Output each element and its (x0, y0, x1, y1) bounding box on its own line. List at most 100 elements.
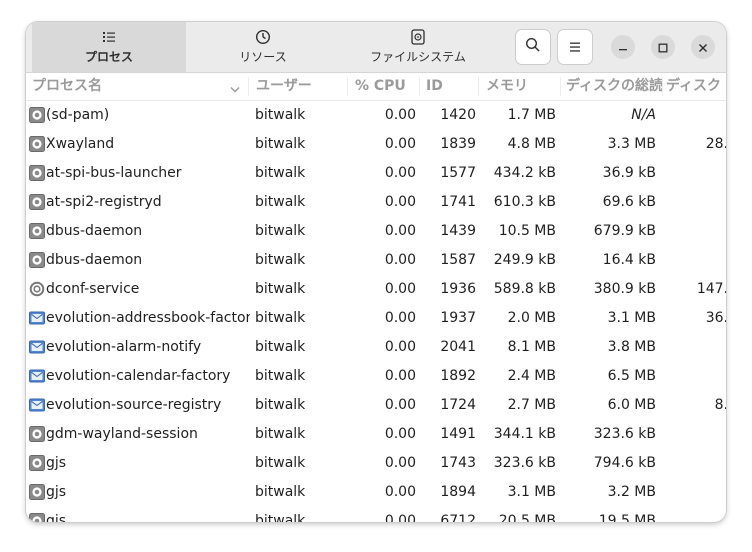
process-cpu: 0.00 (384, 194, 416, 210)
process-user: bitwalk (255, 252, 306, 268)
gear-icon (29, 136, 45, 152)
process-user: bitwalk (255, 194, 306, 210)
tab-processes-label: プロセス (84, 50, 133, 64)
process-user: bitwalk (255, 484, 306, 500)
process-name: dbus-daemon (46, 252, 143, 268)
process-name: evolution-calendar-factory (46, 368, 231, 384)
process-disk-total: 3.1 MB (607, 310, 656, 326)
process-user: bitwalk (255, 426, 306, 442)
table-row[interactable]: evolution-source-registry bitwalk 0.00 1724… (26, 391, 726, 420)
minimize-button[interactable] (611, 35, 635, 59)
table-row[interactable]: gjs bitwalk 0.00 6712 20.5 MB 19.5 MB (26, 507, 726, 522)
table-row[interactable]: dbus-daemon bitwalk 0.00 1587 249.9 kB 16.4 k… (26, 246, 726, 275)
process-memory: 2.4 MB (507, 368, 556, 384)
process-cpu: 0.00 (384, 107, 416, 123)
process-user: bitwalk (255, 455, 306, 471)
disk-icon (410, 29, 426, 45)
process-name: evolution-source-registry (46, 397, 222, 413)
menu-button[interactable] (558, 30, 592, 64)
table-row[interactable]: evolution-calendar-factory bitwalk 0.00 189… (26, 362, 726, 391)
process-disk-read (666, 159, 726, 188)
process-cpu: 0.00 (384, 223, 416, 239)
tab-resources[interactable]: リソース (188, 22, 338, 72)
column-separator (560, 77, 561, 96)
process-id: 1894 (440, 484, 476, 500)
process-disk-total: 16.4 kB (602, 252, 656, 268)
table-row[interactable]: gjs bitwalk 0.00 1743 323.6 kB 794.6 kB (26, 449, 726, 478)
column-header-name[interactable]: プロセス名 (32, 73, 222, 100)
column-separator (347, 77, 348, 96)
process-user: bitwalk (255, 281, 306, 297)
gear-icon (29, 455, 45, 471)
process-user: bitwalk (255, 223, 306, 239)
gauge-icon (255, 29, 271, 45)
process-cpu: 0.00 (384, 426, 416, 442)
gear-icon (29, 107, 45, 123)
process-user: bitwalk (255, 513, 306, 522)
process-disk-total: 6.0 MB (607, 397, 656, 413)
gear-icon (29, 252, 45, 268)
gear-icon (29, 223, 45, 239)
search-button[interactable] (516, 30, 550, 64)
mail-icon (29, 339, 45, 355)
table-row[interactable]: evolution-alarm-notify bitwalk 0.00 2041 8.1… (26, 333, 726, 362)
column-header-disk-total[interactable]: ディスクの総読 (566, 73, 662, 100)
table-row[interactable]: dconf-service bitwalk 0.00 1936 589.8 kB 380.… (26, 275, 726, 304)
process-memory: 4.8 MB (507, 136, 556, 152)
process-disk-read (666, 507, 726, 522)
process-memory: 8.1 MB (507, 339, 556, 355)
process-name: gdm-wayland-session (46, 426, 198, 442)
column-header-memory[interactable]: メモリ (486, 73, 561, 100)
table-row[interactable]: at-spi2-registryd bitwalk 0.00 1741 610.3 kB… (26, 188, 726, 217)
process-disk-read (666, 217, 726, 246)
process-disk-read: 8. (714, 397, 726, 413)
table-row[interactable]: gjs bitwalk 0.00 1894 3.1 MB 3.2 MB (26, 478, 726, 507)
process-cpu: 0.00 (384, 484, 416, 500)
close-button[interactable] (691, 35, 715, 59)
process-name: gjs (46, 455, 67, 471)
gear-icon (29, 484, 45, 500)
column-header-disk-read[interactable]: ディスク (666, 73, 726, 100)
table-row[interactable]: evolution-addressbook-factory bitwalk 0.00… (26, 304, 726, 333)
process-list[interactable]: (sd-pam) bitwalk 0.00 1420 1.7 MB N/A Xwayland… (26, 101, 726, 522)
process-name: dbus-daemon (46, 223, 143, 239)
process-cpu: 0.00 (384, 281, 416, 297)
process-disk-total: 679.9 kB (593, 223, 656, 239)
dconf-icon (29, 281, 45, 297)
process-disk-read: 28. (705, 136, 726, 152)
table-row[interactable]: at-spi-bus-launcher bitwalk 0.00 1577 434.2 … (26, 159, 726, 188)
tab-filesystems-label: ファイルシステム (370, 50, 466, 64)
maximize-button[interactable] (651, 35, 675, 59)
table-row[interactable]: (sd-pam) bitwalk 0.00 1420 1.7 MB N/A (26, 101, 726, 130)
process-disk-total: 6.5 MB (607, 368, 656, 384)
search-icon (525, 37, 541, 57)
list-icon (101, 29, 117, 45)
column-separator (478, 77, 479, 96)
tab-filesystems[interactable]: ファイルシステム (340, 22, 496, 72)
column-header-id[interactable]: ID (426, 73, 476, 100)
process-memory: 10.5 MB (498, 223, 556, 239)
process-user: bitwalk (255, 136, 306, 152)
process-name: evolution-addressbook-factory (46, 310, 250, 326)
process-name: evolution-alarm-notify (46, 339, 202, 355)
column-header-cpu[interactable]: % CPU (355, 73, 425, 100)
process-disk-read (666, 362, 726, 391)
column-header-user[interactable]: ユーザー (256, 73, 346, 100)
tab-processes[interactable]: プロセス (32, 22, 186, 72)
sort-chevron-icon[interactable] (230, 82, 240, 98)
process-cpu: 0.00 (384, 339, 416, 355)
gear-icon (29, 513, 45, 522)
process-disk-total: 19.5 MB (598, 513, 656, 522)
process-disk-total: 3.2 MB (607, 484, 656, 500)
process-cpu: 0.00 (384, 165, 416, 181)
process-id: 6712 (440, 513, 476, 522)
process-disk-total: 3.3 MB (607, 136, 656, 152)
process-disk-total: 323.6 kB (593, 426, 656, 442)
process-cpu: 0.00 (384, 513, 416, 522)
table-row[interactable]: gdm-wayland-session bitwalk 0.00 1491 344.1 … (26, 420, 726, 449)
table-row[interactable]: dbus-daemon bitwalk 0.00 1439 10.5 MB 679.9 k… (26, 217, 726, 246)
process-name: dconf-service (46, 281, 140, 297)
process-user: bitwalk (255, 397, 306, 413)
table-row[interactable]: Xwayland bitwalk 0.00 1839 4.8 MB 3.3 MB 28. (26, 130, 726, 159)
process-memory: 2.7 MB (507, 397, 556, 413)
